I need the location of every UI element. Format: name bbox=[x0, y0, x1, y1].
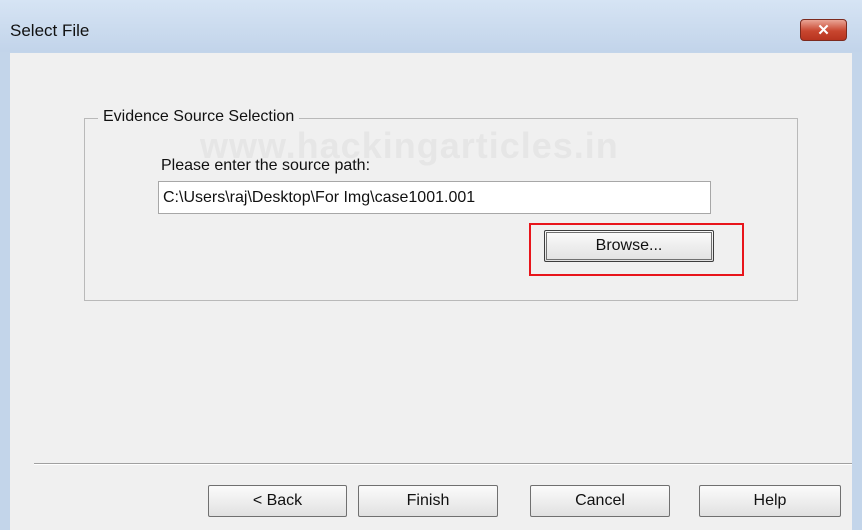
close-button[interactable]: ✕ bbox=[800, 19, 847, 41]
help-button[interactable]: Help bbox=[699, 485, 841, 517]
browse-button[interactable]: Browse... bbox=[544, 230, 714, 262]
dialog-body: www.hackingarticles.in Evidence Source S… bbox=[10, 53, 852, 530]
title-bar: Select File ✕ bbox=[0, 0, 862, 52]
close-icon: ✕ bbox=[817, 22, 830, 39]
source-path-label: Please enter the source path: bbox=[161, 157, 371, 174]
source-path-input[interactable] bbox=[158, 181, 711, 214]
separator bbox=[34, 463, 852, 465]
select-file-dialog: Select File ✕ www.hackingarticles.in Evi… bbox=[0, 0, 862, 530]
window-title: Select File bbox=[10, 21, 90, 40]
cancel-button[interactable]: Cancel bbox=[530, 485, 670, 517]
browse-button-label: Browse... bbox=[546, 232, 712, 260]
finish-button[interactable]: Finish bbox=[358, 485, 498, 517]
group-label: Evidence Source Selection bbox=[98, 108, 300, 126]
back-button[interactable]: < Back bbox=[208, 485, 347, 517]
